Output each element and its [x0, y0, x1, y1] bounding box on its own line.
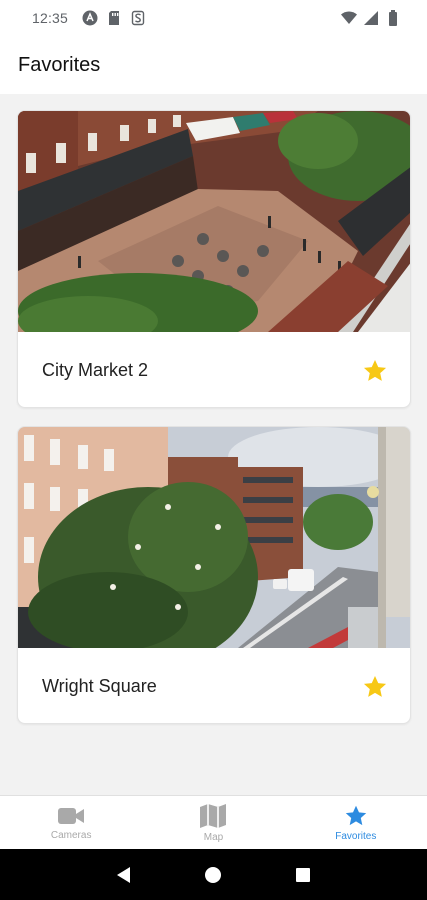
camera-snapshot-image[interactable]: [18, 111, 411, 332]
status-time: 12:35: [32, 10, 69, 26]
nav-label: Favorites: [335, 830, 377, 842]
nav-label: Map: [203, 831, 224, 843]
nav-item-cameras[interactable]: Cameras: [0, 796, 142, 849]
nav-item-favorites[interactable]: Favorites: [285, 796, 427, 849]
home-icon[interactable]: [204, 866, 222, 884]
app-header: Favorites: [0, 36, 427, 94]
sd-card-icon: [106, 10, 122, 26]
wifi-icon: [341, 10, 357, 26]
nav-item-map[interactable]: Map: [142, 796, 284, 849]
favorite-star-icon[interactable]: [362, 674, 388, 700]
bottom-nav: Cameras Map Favorites: [0, 795, 427, 849]
status-bar: 12:35: [0, 0, 427, 36]
battery-icon: [385, 10, 401, 26]
system-nav-bar: [0, 849, 427, 900]
app-notification-icon: [82, 10, 98, 26]
signal-icon: [363, 10, 379, 26]
recents-icon[interactable]: [295, 867, 311, 883]
map-icon: [200, 803, 227, 828]
card-footer[interactable]: Wright Square: [18, 648, 410, 723]
camera-snapshot-image[interactable]: [18, 427, 411, 648]
page-title: Favorites: [18, 53, 101, 76]
video-camera-icon: [58, 807, 85, 824]
camera-card[interactable]: Wright Square: [17, 426, 411, 724]
status-right: [341, 10, 401, 26]
favorite-star-icon[interactable]: [362, 358, 388, 384]
favorites-list: City Market 2 Wright Square: [0, 94, 427, 795]
nav-label: Cameras: [50, 829, 92, 841]
card-footer[interactable]: City Market 2: [18, 332, 410, 407]
camera-card[interactable]: City Market 2: [17, 110, 411, 408]
star-icon: [345, 805, 367, 825]
back-icon[interactable]: [116, 866, 132, 884]
camera-name: Wright Square: [42, 676, 157, 696]
notification-s-icon: [130, 10, 146, 26]
camera-name: City Market 2: [42, 360, 149, 380]
status-left: 12:35: [32, 10, 146, 26]
